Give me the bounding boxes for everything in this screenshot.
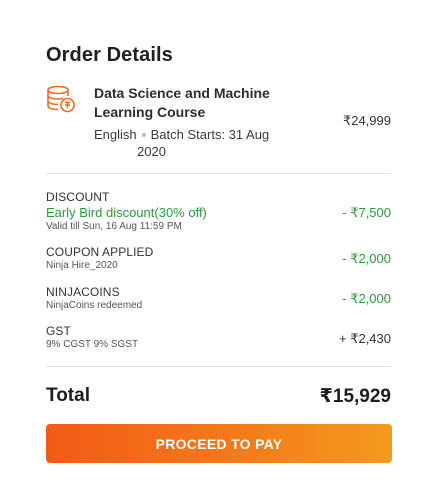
course-name: Data Science and Machine Learning Course	[94, 85, 270, 120]
order-details-card: Order Details Data Science and Machine L…	[0, 0, 446, 503]
ninjacoins-row: NINJACOINS NinjaCoins redeemed - ₹2,000	[46, 285, 391, 312]
ninjacoins-note: NinjaCoins redeemed	[46, 300, 143, 311]
ninjacoins-amount: - ₹2,000	[342, 291, 391, 306]
gst-row: GST 9% CGST 9% SGST + ₹2,430	[46, 324, 391, 351]
discount-amount: - ₹7,500	[342, 205, 391, 220]
coupon-amount: - ₹2,000	[342, 251, 391, 266]
database-coin-icon	[46, 84, 76, 114]
course-meta: English Batch Starts: 31 Aug 2020	[94, 126, 294, 160]
coupon-row: COUPON APPLIED Ninja Hire_2020 - ₹2,000	[46, 245, 391, 272]
page-title: Order Details	[46, 44, 173, 66]
divider	[46, 366, 391, 367]
discount-label: DISCOUNT	[46, 190, 110, 204]
discount-row: DISCOUNT Early Bird discount(30% off) Va…	[46, 190, 391, 233]
course-summary: Data Science and Machine Learning Course…	[46, 84, 391, 160]
batch-start-label: Batch Starts: 31 Aug	[150, 127, 270, 142]
discount-name: Early Bird discount(30% off)	[46, 205, 207, 220]
coupon-label: COUPON APPLIED	[46, 245, 154, 259]
separator-dot	[141, 132, 146, 137]
discount-validity: Valid till Sun, 16 Aug 11:59 PM	[46, 221, 182, 232]
gst-amount: + ₹2,430	[338, 331, 391, 346]
proceed-to-pay-button[interactable]: PROCEED TO PAY	[46, 424, 392, 463]
total-value: ₹15,929	[319, 386, 391, 407]
ninjacoins-label: NINJACOINS	[46, 285, 120, 299]
course-language: English	[94, 127, 137, 142]
coupon-code: Ninja Hire_2020	[46, 260, 118, 271]
batch-start-year: 2020	[137, 144, 166, 159]
course-price: ₹24,999	[342, 113, 391, 128]
total-row: Total ₹15,929	[46, 385, 391, 407]
divider	[46, 173, 391, 174]
